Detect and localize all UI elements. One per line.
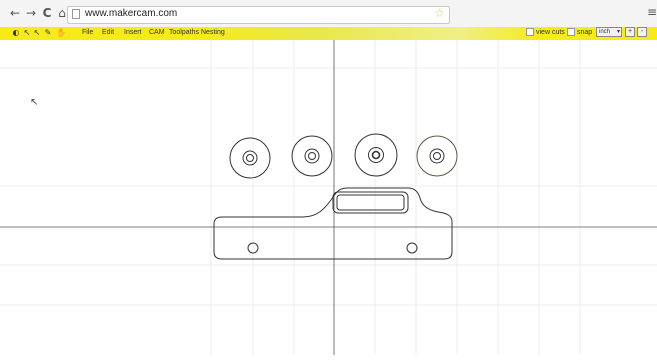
circle-part-1[interactable] xyxy=(229,137,271,179)
zoom-out-button[interactable]: - xyxy=(637,27,647,37)
forward-arrow-icon[interactable]: → xyxy=(24,6,38,20)
menu-cam[interactable]: CAM xyxy=(149,28,165,38)
zoom-in-button[interactable]: + xyxy=(625,27,635,37)
circle-part-2[interactable] xyxy=(291,135,333,177)
view-cuts-checkbox[interactable] xyxy=(526,28,534,36)
pen-tool-icon[interactable]: ✎ xyxy=(44,28,52,38)
canvas-svg[interactable] xyxy=(0,40,657,355)
menu-edit[interactable]: Edit xyxy=(102,28,114,38)
grid-lines xyxy=(0,40,657,355)
select-tool-icon[interactable]: ◐ xyxy=(12,28,20,38)
back-arrow-icon[interactable]: ← xyxy=(8,6,22,20)
drawing-canvas[interactable]: ↖ xyxy=(0,40,657,355)
reload-icon[interactable]: C xyxy=(40,6,54,20)
mouse-cursor-icon: ↖ xyxy=(30,97,39,108)
chevron-down-icon: ▾ xyxy=(616,29,620,35)
page-icon xyxy=(72,9,80,19)
snap-checkbox[interactable] xyxy=(567,28,575,36)
browser-toolbar: ← → C ⌂ www.makercam.com ☆ ≡ xyxy=(0,0,657,28)
hand-tool-icon[interactable]: ✋ xyxy=(56,28,66,38)
circle-part-3[interactable] xyxy=(354,133,398,177)
menu-file[interactable]: File xyxy=(82,28,93,38)
browser-menu-icon[interactable]: ≡ xyxy=(647,5,657,19)
menu-toolpaths[interactable]: Toolpaths xyxy=(169,28,199,38)
arrow-tool-icon[interactable]: ↖ xyxy=(23,28,31,38)
menu-nesting[interactable]: Nesting xyxy=(201,28,225,38)
circle-part-4[interactable] xyxy=(416,135,458,177)
address-bar[interactable]: www.makercam.com ☆ xyxy=(67,6,450,24)
url-text[interactable]: www.makercam.com xyxy=(85,8,177,19)
bookmark-star-icon[interactable]: ☆ xyxy=(434,6,445,20)
view-cuts-label: view cuts xyxy=(536,29,565,36)
menu-insert[interactable]: Insert xyxy=(124,28,142,38)
node-tool-icon[interactable]: ↖ xyxy=(33,28,41,38)
snap-label: snap xyxy=(577,29,593,36)
unit-select-value: inch xyxy=(599,29,611,35)
app-toolbar: ◐ ↖ ↖ ✎ ✋ File Edit Insert CAM Toolpaths… xyxy=(0,27,657,40)
unit-select[interactable]: inch ▾ xyxy=(596,27,622,37)
